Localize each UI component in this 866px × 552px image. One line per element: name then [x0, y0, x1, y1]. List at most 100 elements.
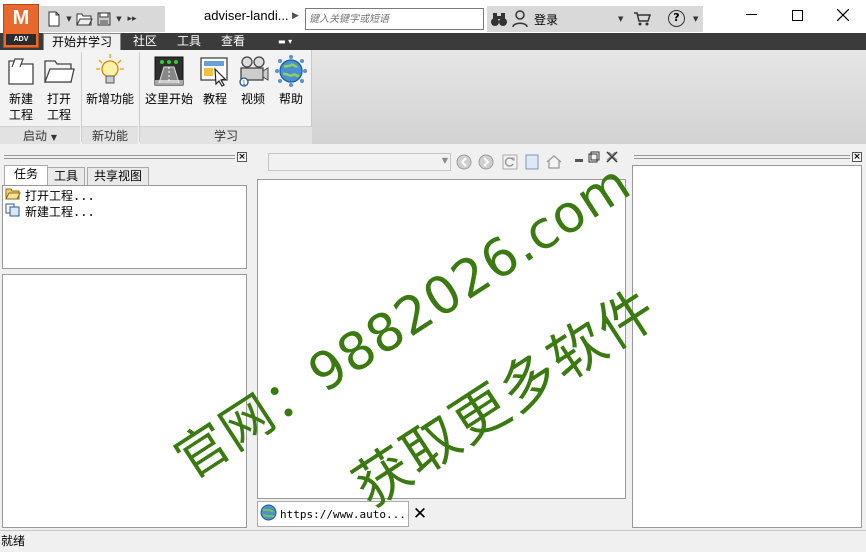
document-tab-bar: https://www.auto... ✕: [257, 501, 626, 528]
video-icon: 1: [237, 54, 269, 88]
help-globe-icon: [275, 54, 307, 88]
tutorial-button[interactable]: 教程: [198, 54, 232, 107]
address-combo[interactable]: ▼: [268, 153, 451, 171]
properties-content: [632, 165, 862, 528]
new-document-icon[interactable]: [45, 10, 63, 28]
new-project-label-1: 新建: [8, 92, 33, 106]
panel-label-new-features: 新功能: [82, 126, 138, 144]
title-bar: ▼ ▼ ▸▸ adviser-landi... ▶ 登录 ▼ ? ▼: [0, 0, 866, 33]
minimize-button[interactable]: [728, 0, 774, 30]
new-project-button[interactable]: 新建 工程: [4, 54, 38, 123]
help-icon[interactable]: ?: [668, 10, 685, 27]
user-icon[interactable]: [512, 10, 528, 31]
task-open-project-label: 打开工程...: [25, 188, 95, 203]
start-here-label: 这里开始: [144, 92, 193, 106]
ribbon-panels: 新建 工程 打开 工程 启动 ▼ 新增功能 新功能 这里开始 教程 1 视频 帮…: [0, 50, 312, 144]
browser-content[interactable]: [257, 179, 626, 499]
status-text: 就绪: [1, 534, 26, 548]
open-folder-icon[interactable]: [75, 10, 93, 28]
maximize-button[interactable]: [774, 0, 820, 30]
video-button[interactable]: 1 视频: [236, 54, 270, 107]
page-icon[interactable]: [524, 154, 540, 170]
details-panel: [2, 274, 247, 528]
close-tab-icon[interactable]: ✕: [413, 504, 427, 524]
tab-view[interactable]: 查看: [212, 33, 254, 50]
login-label[interactable]: 登录: [534, 11, 558, 28]
open-project-label-1: 打开: [46, 92, 71, 106]
binoculars-icon[interactable]: [490, 11, 508, 30]
document-title: adviser-landi...: [204, 8, 289, 23]
task-new-project[interactable]: 新建工程...: [5, 203, 95, 219]
work-area: × 任务 工具 共享视图 打开工程... 新建工程... ▼ https://w…: [0, 144, 866, 530]
save-dropdown-arrow-icon[interactable]: ▼: [115, 15, 123, 23]
open-folder-icon: [5, 187, 21, 203]
tutorial-icon: [199, 54, 231, 88]
browser-tabs: 任务 工具 共享视图: [2, 165, 247, 186]
document-tab-label: https://www.auto...: [280, 507, 406, 521]
pane-grip[interactable]: ×: [0, 149, 249, 165]
tab-community[interactable]: 社区: [124, 33, 166, 50]
login-dropdown-arrow-icon[interactable]: ▼: [618, 15, 623, 23]
startup-panel-label: 启动: [23, 129, 48, 143]
panel-label-learn: 学习: [140, 126, 312, 144]
new-project-small-icon: [5, 203, 21, 220]
tab-tasks[interactable]: 任务: [4, 165, 48, 186]
app-logo[interactable]: M ADV: [3, 4, 39, 48]
video-label: 视频: [240, 92, 265, 106]
svg-text:1: 1: [242, 80, 246, 87]
home-icon[interactable]: [546, 154, 562, 170]
new-dropdown-arrow-icon[interactable]: ▼: [65, 15, 73, 23]
help-dropdown-arrow-icon[interactable]: ▼: [693, 15, 698, 23]
refresh-icon[interactable]: [502, 154, 518, 170]
forward-icon[interactable]: [478, 154, 494, 170]
ribbon: 新建 工程 打开 工程 启动 ▼ 新增功能 新功能 这里开始 教程 1 视频 帮…: [0, 50, 866, 144]
start-here-button[interactable]: 这里开始: [142, 54, 196, 107]
tab-tools[interactable]: 工具: [168, 33, 210, 50]
browser-pane: ▼ https://www.auto... ✕: [255, 149, 628, 529]
globe-icon: [260, 504, 277, 524]
grip-lines: [4, 155, 235, 159]
open-project-icon: [43, 54, 75, 88]
task-list: 打开工程... 新建工程...: [2, 185, 247, 269]
pane-grip[interactable]: ×: [630, 149, 864, 165]
app-logo-badge: ADV: [6, 34, 36, 45]
app-logo-letter: M: [12, 7, 30, 29]
tab-start-and-learn[interactable]: 开始并学习: [43, 33, 121, 50]
help-button[interactable]: 帮助: [274, 54, 308, 107]
panel-expand-icon[interactable]: ▼: [51, 133, 57, 142]
grip-lines: [634, 155, 850, 159]
close-window-button[interactable]: [820, 0, 866, 30]
back-icon[interactable]: [456, 154, 472, 170]
help-label: 帮助: [278, 92, 303, 106]
close-pane-icon[interactable]: [606, 151, 622, 167]
whats-new-label: 新增功能: [85, 92, 134, 106]
properties-pane: ×: [630, 149, 864, 529]
status-bar: 就绪: [0, 530, 866, 552]
open-project-button[interactable]: 打开 工程: [42, 54, 76, 123]
search-input[interactable]: [305, 8, 484, 30]
close-pane-button[interactable]: ×: [237, 152, 247, 162]
save-icon[interactable]: [95, 10, 113, 28]
document-tab[interactable]: https://www.auto... ✕: [257, 501, 427, 527]
task-open-project[interactable]: 打开工程...: [5, 187, 95, 203]
more-commands-icon[interactable]: ▸▸: [125, 14, 139, 24]
project-browser-pane: × 任务 工具 共享视图 打开工程... 新建工程...: [0, 149, 249, 529]
tab-tools-pane[interactable]: 工具: [47, 167, 85, 185]
tab-shared-views[interactable]: 共享视图: [87, 167, 149, 185]
cart-icon[interactable]: [633, 11, 652, 30]
browser-toolbar: ▼: [256, 149, 628, 177]
start-here-icon: [153, 54, 185, 88]
restore-pane-icon[interactable]: [588, 151, 604, 167]
ribbon-minimize-icon[interactable]: ▬ ▾: [278, 37, 300, 46]
lightbulb-icon: [94, 54, 126, 88]
panel-label-startup[interactable]: 启动 ▼: [0, 126, 80, 144]
quick-access-toolbar: ▼ ▼ ▸▸: [40, 6, 165, 32]
tutorial-label: 教程: [202, 92, 227, 106]
task-new-project-label: 新建工程...: [25, 204, 95, 219]
open-project-label-2: 工程: [46, 108, 71, 122]
address-dropdown-icon[interactable]: ▼: [442, 156, 448, 165]
close-pane-button[interactable]: ×: [852, 152, 862, 162]
new-project-label-2: 工程: [8, 108, 33, 122]
expand-search-icon[interactable]: ▶: [292, 11, 299, 21]
whats-new-button[interactable]: 新增功能: [84, 54, 136, 107]
